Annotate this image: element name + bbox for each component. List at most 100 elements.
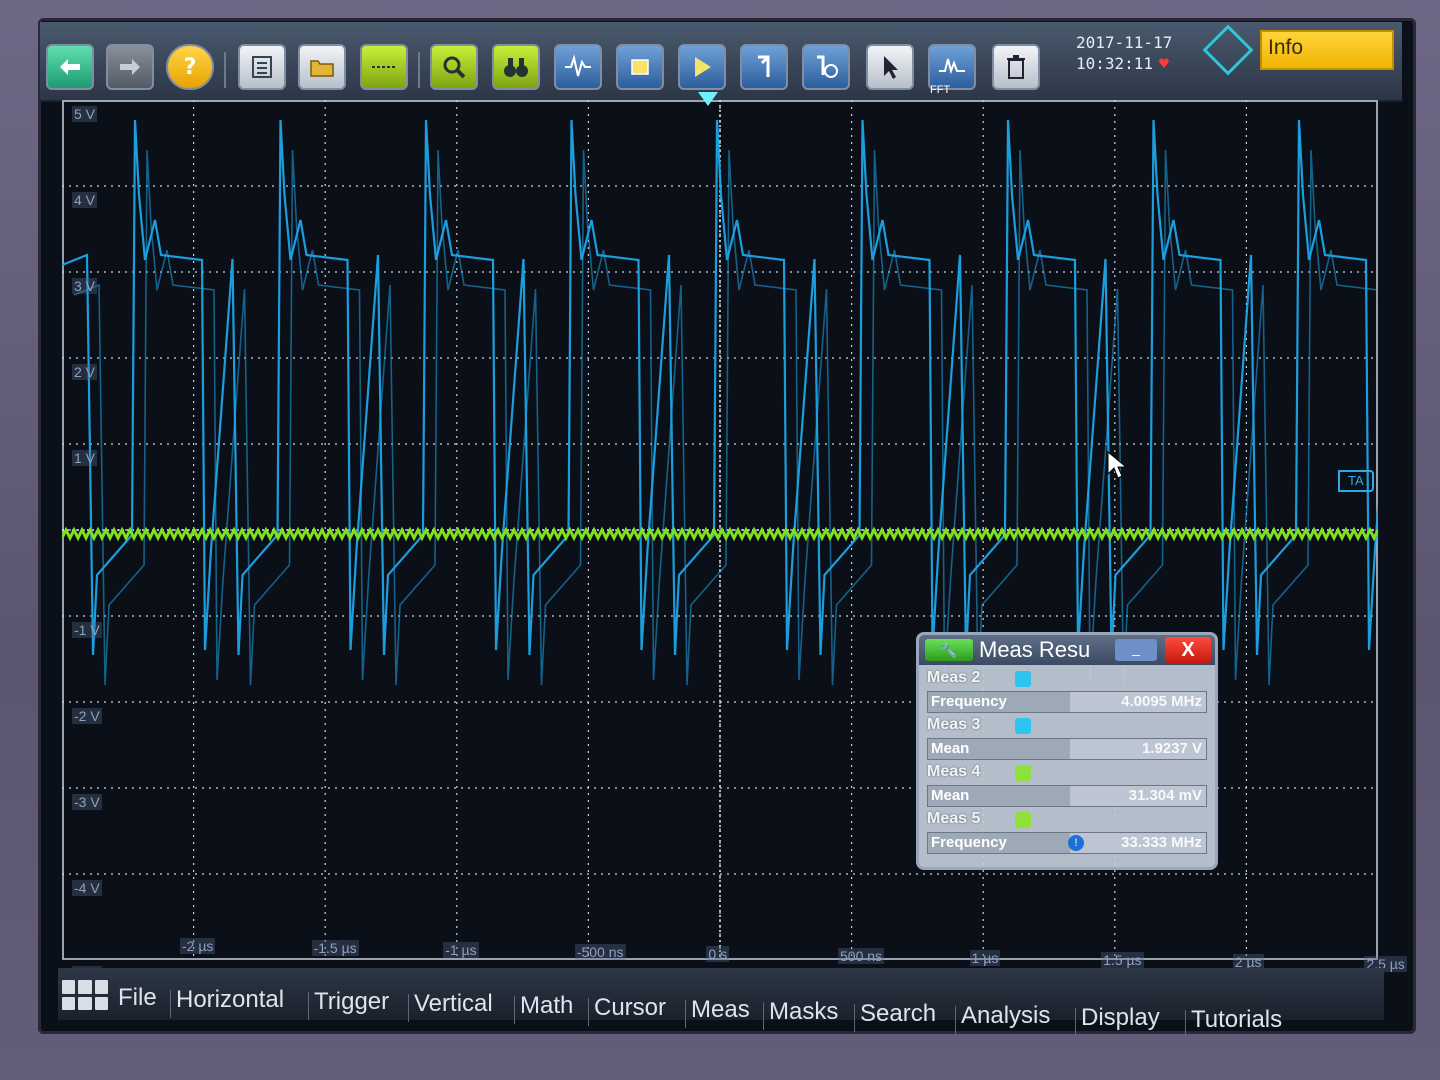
wrench-icon[interactable]: 🔧 xyxy=(925,639,973,661)
menu-item-meas[interactable]: Meas xyxy=(691,996,750,1024)
menu-divider xyxy=(408,994,409,1022)
channel-chip-icon xyxy=(1015,812,1031,828)
meas-param: Frequency xyxy=(931,834,1007,851)
menu-item-search[interactable]: Search xyxy=(860,1000,936,1028)
fft-label: FFT xyxy=(930,84,951,96)
channel-chip-icon xyxy=(1015,671,1031,687)
meas-results-title: Meas Resu xyxy=(979,637,1091,662)
date-text: 2017-11-17 xyxy=(1076,33,1173,52)
menu-item-analysis[interactable]: Analysis xyxy=(961,1002,1050,1030)
warning-icon: ! xyxy=(1068,835,1084,851)
play-icon[interactable] xyxy=(678,44,726,90)
meas-param: Frequency xyxy=(931,693,1007,710)
zoom-icon[interactable] xyxy=(430,44,478,90)
meas-name: Meas 2 xyxy=(927,669,981,686)
menu-divider xyxy=(763,1002,764,1030)
meas-row[interactable]: Mean 1.9237 V xyxy=(927,738,1207,760)
meas-value: 33.333 MHz xyxy=(1070,833,1206,853)
chip-icon[interactable] xyxy=(616,44,664,90)
meas-name: Meas 5 xyxy=(927,810,981,827)
x-tick-label: -2 µs xyxy=(180,938,216,954)
menu-item-file[interactable]: File xyxy=(118,984,157,1012)
menu-item-tutorials[interactable]: Tutorials xyxy=(1191,1006,1282,1034)
y-tick-label: -4 V xyxy=(72,880,102,896)
close-button[interactable]: X xyxy=(1165,637,1211,663)
meas-name: Meas 3 xyxy=(927,716,981,733)
menu-divider xyxy=(955,1006,956,1034)
y-tick-label: -2 V xyxy=(72,708,102,724)
minimize-button[interactable]: _ xyxy=(1115,639,1157,661)
channel-2-trace xyxy=(62,526,1378,542)
toolbar-divider xyxy=(418,52,420,88)
undo-icon[interactable] xyxy=(46,44,94,90)
open-icon[interactable] xyxy=(298,44,346,90)
x-tick-label: -500 ns xyxy=(574,944,626,960)
menu-divider xyxy=(308,992,309,1020)
menu-divider xyxy=(514,996,515,1024)
meas-param: Mean xyxy=(931,787,970,804)
menu-divider xyxy=(1075,1008,1076,1036)
x-tick-label: -1.5 µs xyxy=(311,940,359,956)
timer-icon[interactable] xyxy=(802,44,850,90)
time-row: 10:32:11 ♥ xyxy=(1076,53,1206,74)
y-tick-label: 1 V xyxy=(72,450,98,466)
x-tick-label: -1 µs xyxy=(443,942,479,958)
delete-icon[interactable] xyxy=(992,44,1040,90)
y-tick-label: 5 V xyxy=(72,106,98,122)
trigger-marker-label: TA xyxy=(1348,473,1364,488)
ruler-icon[interactable] xyxy=(360,44,408,90)
help-label: ? xyxy=(183,54,197,80)
apps-grid-icon[interactable] xyxy=(62,980,108,1010)
y-tick-label: 4 V xyxy=(72,192,98,208)
single-icon[interactable] xyxy=(740,44,788,90)
menu-divider xyxy=(685,1000,686,1028)
trigger-position-icon[interactable] xyxy=(698,92,718,106)
pointer-icon[interactable] xyxy=(866,44,914,90)
meas-row[interactable]: Frequency 4.0095 MHz xyxy=(927,691,1207,713)
menu-divider xyxy=(170,990,171,1018)
mouse-cursor-icon xyxy=(1107,450,1128,479)
channel-2-waveform xyxy=(62,526,1378,542)
heart-icon: ♥ xyxy=(1159,54,1169,73)
meas-value: 1.9237 V xyxy=(1070,739,1206,759)
menu-divider xyxy=(1185,1010,1186,1038)
info-label: Info xyxy=(1268,36,1304,59)
channel-chip-icon xyxy=(1015,765,1031,781)
menu-item-masks[interactable]: Masks xyxy=(769,998,838,1026)
x-tick-label: 0 s xyxy=(706,946,730,962)
meas-row[interactable]: Frequency 33.333 MHz! xyxy=(927,832,1207,854)
menu-item-horizontal[interactable]: Horizontal xyxy=(176,986,284,1014)
x-tick-label: 1.5 µs xyxy=(1101,952,1144,968)
search-icon[interactable] xyxy=(492,44,540,90)
menu-item-display[interactable]: Display xyxy=(1081,1004,1160,1032)
meas-name: Meas 4 xyxy=(927,763,981,780)
channel-1-persistence xyxy=(73,149,1378,686)
channel-chip-icon xyxy=(1015,718,1031,734)
info-button[interactable]: Info xyxy=(1260,30,1394,70)
meas-value: 4.0095 MHz xyxy=(1070,692,1206,712)
datetime: 2017-11-17 10:32:11 ♥ xyxy=(1076,32,1206,74)
x-tick-label: 1 µs xyxy=(969,950,1001,966)
y-tick-label: -1 V xyxy=(72,622,102,638)
time-text: 10:32:11 xyxy=(1076,54,1154,73)
help-icon[interactable]: ? xyxy=(166,44,214,90)
y-tick-label: 3 V xyxy=(72,278,98,294)
toolbar-divider xyxy=(224,52,226,88)
trigger-level-marker[interactable]: TA xyxy=(1338,470,1374,492)
menu-divider xyxy=(588,998,589,1026)
y-tick-label: -3 V xyxy=(72,794,102,810)
protocol-icon[interactable] xyxy=(238,44,286,90)
menu-divider xyxy=(854,1004,855,1032)
meas-row[interactable]: Mean 31.304 mV xyxy=(927,785,1207,807)
menu-item-cursor[interactable]: Cursor xyxy=(594,994,666,1022)
menu-item-math[interactable]: Math xyxy=(520,992,573,1020)
menu-item-trigger[interactable]: Trigger xyxy=(314,988,389,1016)
meas-results-header[interactable]: 🔧 Meas Resu _ X xyxy=(919,635,1215,665)
redo-icon[interactable] xyxy=(106,44,154,90)
signal-icon[interactable] xyxy=(554,44,602,90)
meas-value: 31.304 mV xyxy=(1070,786,1206,806)
x-tick-label: 500 ns xyxy=(838,948,885,964)
menu-item-vertical[interactable]: Vertical xyxy=(414,990,493,1018)
y-tick-label: 2 V xyxy=(72,364,98,380)
meas-results-panel[interactable]: 🔧 Meas Resu _ X Meas 2 Frequency 4.0095 MH… xyxy=(916,632,1218,870)
